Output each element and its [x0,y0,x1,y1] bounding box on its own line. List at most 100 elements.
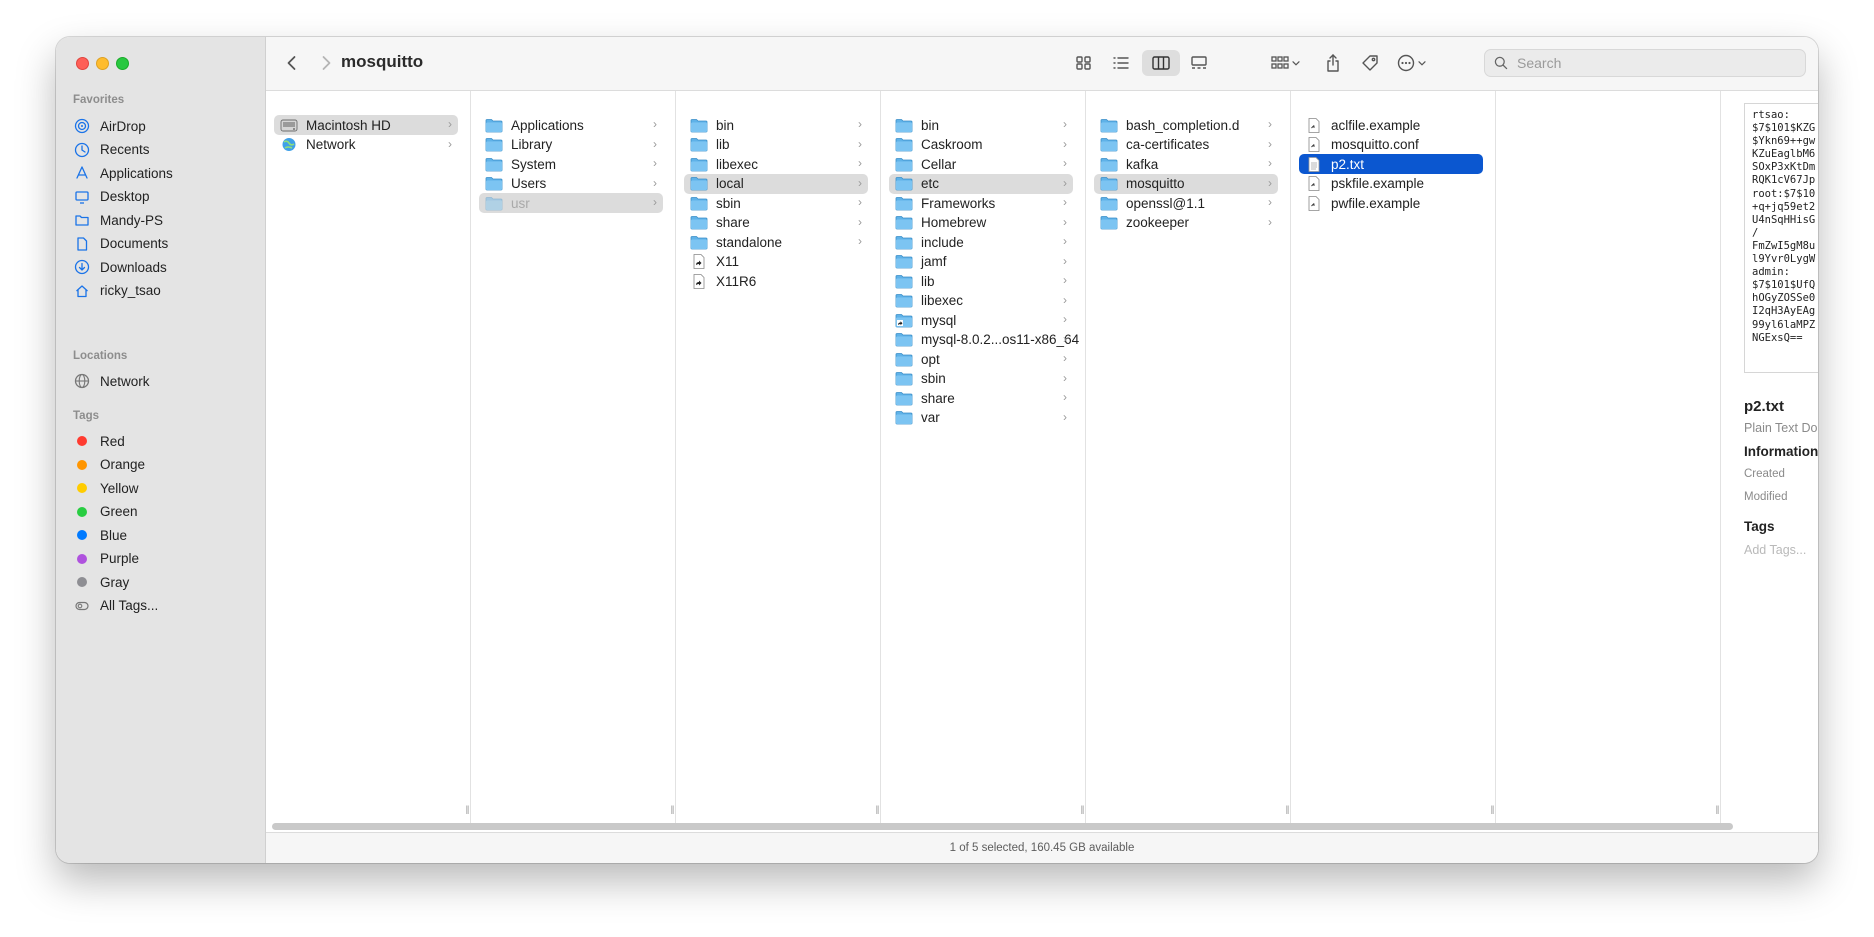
sidebar-item-ricky-tsao[interactable]: ricky_tsao [66,278,256,304]
folder-item-frameworks[interactable]: Frameworks › [889,193,1073,213]
column-resize-handle[interactable]: || [1711,804,1723,816]
folder-item-mysql[interactable]: mysql › [889,310,1073,330]
folder-item-macintosh-hd[interactable]: Macintosh HD › [274,115,458,135]
chevron-right-icon [322,56,331,70]
sidebar-item-desktop[interactable]: Desktop [66,184,256,210]
search-input[interactable] [1515,54,1789,72]
folder-item-libexec[interactable]: libexec › [684,154,868,174]
chevron-right-icon: › [1063,156,1067,170]
group-button[interactable] [1266,50,1306,76]
gallery-view-button[interactable] [1184,50,1214,76]
file-item-p2-txt[interactable]: p2.txt [1299,154,1483,174]
share-button[interactable] [1319,50,1347,76]
folder-item-system[interactable]: System › [479,154,663,174]
sidebar-tag-green[interactable]: Green [66,499,256,525]
sidebar-location-network[interactable]: Network [66,368,256,394]
folder-item-mysql-8-0-2-os11-x86-64[interactable]: mysql-8.0.2...os11-x86_64 › [889,330,1079,350]
folder-item-cellar[interactable]: Cellar › [889,154,1073,174]
folder-item-libexec[interactable]: libexec › [889,291,1073,311]
add-tags-field[interactable]: Add Tags... [1744,543,1806,557]
file-item-mosquitto-conf[interactable]: mosquitto.conf [1299,135,1483,155]
minimize-window-button[interactable] [96,57,109,70]
sidebar-tag-orange[interactable]: Orange [66,452,256,478]
sidebar-item-label: Mandy-PS [100,212,164,228]
folder-item-local[interactable]: local › [684,173,868,194]
folder-icon [895,176,913,191]
sidebar-tag-blue[interactable]: Blue [66,522,256,548]
folder-item-standalone[interactable]: standalone › [684,232,868,252]
tag-button[interactable] [1356,50,1384,76]
folder-item-share[interactable]: share › [684,213,868,233]
folder-item-bin[interactable]: bin › [684,115,868,135]
browser-column-2[interactable]: Applications › Library › System › Users › usr › || [471,91,676,824]
folder-item-share[interactable]: share › [889,388,1073,408]
item-label: share [921,390,955,406]
search-field[interactable] [1484,49,1806,77]
folder-item-sbin[interactable]: sbin › [684,193,868,213]
folder-item-jamf[interactable]: jamf › [889,252,1073,272]
folder-item-kafka[interactable]: kafka › [1094,154,1278,174]
browser-column-6[interactable]: aclfile.example mosquitto.conf p2.txt pskfi… [1291,91,1496,824]
folder-icon [895,371,913,386]
folder-item-users[interactable]: Users › [479,174,663,194]
folder-item-lib[interactable]: lib › [889,271,1073,291]
browser-column-3[interactable]: bin › lib › libexec › local › sbin › share › standal… [676,91,881,824]
sidebar-tag-red[interactable]: Red [66,428,256,454]
sidebar-item-documents[interactable]: Documents [66,231,256,257]
folder-item-etc[interactable]: etc › [889,173,1073,194]
folder-item-usr[interactable]: usr › [479,193,663,213]
back-button[interactable] [280,50,304,76]
folder-item-homebrew[interactable]: Homebrew › [889,213,1073,233]
forward-button[interactable] [314,50,338,76]
sidebar-tag-purple[interactable]: Purple [66,546,256,572]
sidebar-tag-gray[interactable]: Gray [66,569,256,595]
item-label: lib [716,137,730,152]
folder-icon [895,410,913,425]
chevron-right-icon: › [858,214,862,229]
item-label: Macintosh HD [306,117,391,133]
zoom-window-button[interactable] [116,57,129,70]
file-item-pwfile-example[interactable]: pwfile.example [1299,193,1483,213]
item-label: openssl@1.1 [1126,195,1206,211]
sidebar-item-mandy-ps[interactable]: Mandy-PS [66,207,256,233]
folder-item-caskroom[interactable]: Caskroom › [889,135,1073,155]
folder-item-bin[interactable]: bin › [889,115,1073,135]
chevron-right-icon: › [1063,292,1067,307]
sidebar-item-downloads[interactable]: Downloads [66,254,256,280]
file-item-x11r6[interactable]: X11R6 [684,271,868,291]
folder-item-sbin[interactable]: sbin › [889,369,1073,389]
folder-item-lib[interactable]: lib › [684,135,868,155]
sidebar-item-airdrop[interactable]: AirDrop [66,113,256,139]
folder-item-library[interactable]: Library › [479,135,663,155]
browser-column-1[interactable]: Macintosh HD › Network › || [266,91,471,824]
browser-column-5[interactable]: bash_completion.d › ca-certificates › kafka ›… [1086,91,1291,824]
folder-item-applications[interactable]: Applications › [479,115,663,135]
icon-view-button[interactable] [1069,50,1099,76]
file-item-aclfile-example[interactable]: aclfile.example [1299,115,1483,135]
sidebar-tag-all-tags[interactable]: All Tags... [66,593,256,619]
folder-icon [895,118,913,133]
folder-item-openssl-1-1[interactable]: openssl@1.1 › [1094,193,1278,213]
folder-item-zookeeper[interactable]: zookeeper › [1094,213,1278,233]
folder-item-include[interactable]: include › [889,232,1073,252]
file-item-pskfile-example[interactable]: pskfile.example [1299,174,1483,194]
list-view-button[interactable] [1106,50,1136,76]
item-label: pskfile.example [1331,176,1425,191]
file-item-x11[interactable]: X11 [684,252,868,272]
folder-item-bash-completion-d[interactable]: bash_completion.d › [1094,115,1278,135]
column-view-button[interactable] [1142,50,1180,76]
folder-item-var[interactable]: var › [889,408,1073,428]
applications-icon [73,164,91,182]
action-button[interactable] [1392,50,1432,76]
browser-column-4[interactable]: bin › Caskroom › Cellar › etc › Frameworks › Homeb… [881,91,1086,824]
horizontal-scrollbar[interactable] [272,823,1733,830]
folder-item-network[interactable]: Network › [274,135,458,155]
folder-item-opt[interactable]: opt › [889,349,1073,369]
sidebar-item-applications[interactable]: Applications [66,160,256,186]
close-window-button[interactable] [76,57,89,70]
chevron-right-icon: › [653,136,657,151]
folder-item-mosquitto[interactable]: mosquitto › [1094,173,1278,194]
folder-item-ca-certificates[interactable]: ca-certificates › [1094,135,1278,155]
sidebar-tag-yellow[interactable]: Yellow [66,475,256,501]
sidebar-item-recents[interactable]: Recents [66,137,256,163]
